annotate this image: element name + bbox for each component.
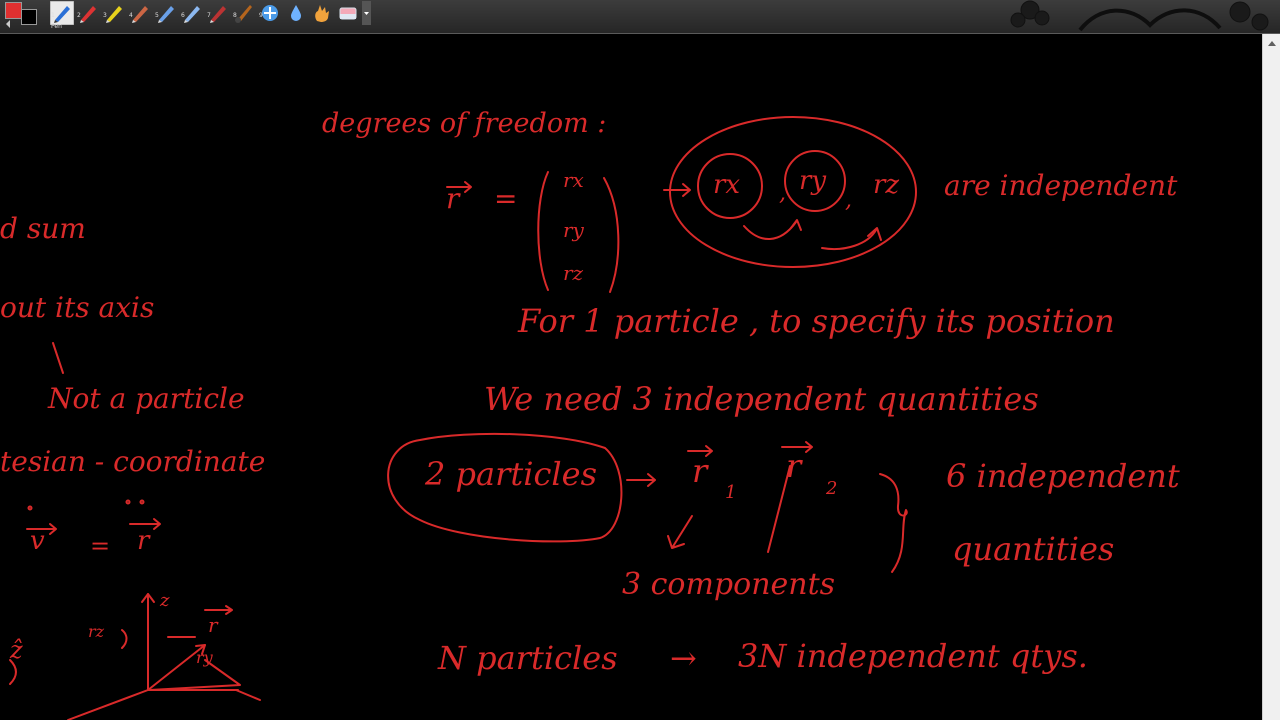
left-note-line1: d sum: [0, 212, 86, 245]
scroll-up-arrow-icon[interactable]: [1267, 39, 1277, 47]
circle-ry: ry: [799, 166, 827, 196]
left-v-vector: v: [30, 526, 45, 556]
circle-rz: rz: [873, 170, 900, 200]
matrix-ry: ry: [563, 218, 584, 242]
line-one-particle: For 1 particle , to specify its position: [518, 302, 1115, 340]
matrix-rz: rz: [563, 261, 584, 285]
left-note-line2: out its axis: [0, 291, 155, 324]
curly-brace: [879, 473, 908, 573]
left-equals: =: [90, 532, 111, 560]
axis-label-z: z: [160, 590, 170, 611]
vertical-scrollbar[interactable]: [1262, 34, 1280, 720]
vector-r-lhs: r: [446, 182, 460, 215]
six-independent: 6 independent: [946, 457, 1180, 495]
equals-sign: =: [494, 182, 518, 215]
n-particles: N particles: [438, 639, 618, 677]
two-particles-label: 2 particles: [425, 455, 597, 493]
axis-label-rvec: r: [208, 613, 218, 637]
three-components: 3 components: [622, 567, 836, 602]
matrix-right-bracket: [603, 177, 620, 293]
left-note-line4: tesian - coordinate: [0, 445, 266, 478]
are-independent: are independent: [944, 169, 1178, 202]
circle-rx: rx: [713, 170, 741, 200]
three-n-quantities: 3N independent qtys.: [738, 637, 1088, 675]
r1-vector: r: [692, 452, 708, 490]
arrow-into-ellipse: [663, 183, 691, 197]
comma: ,: [845, 188, 852, 213]
r2-vector: r: [786, 447, 802, 485]
matrix-left-bracket: [537, 171, 549, 291]
axis-label-ry: ry: [196, 648, 213, 667]
comma: ,: [779, 181, 786, 206]
matrix-rx: rx: [563, 168, 584, 192]
x-axis: [67, 689, 149, 720]
arrow-to-3n: →: [670, 639, 697, 677]
left-note-line3: Not a particle: [48, 382, 245, 415]
heading-degrees-of-freedom: degrees of freedom :: [322, 108, 607, 139]
z-hat-label: ẑ: [10, 636, 23, 664]
ink-strokes: [9, 116, 917, 720]
left-r-vector: r: [137, 526, 150, 556]
r1-subscript: 1: [725, 482, 737, 503]
line-we-need: We need 3 independent quantities: [484, 380, 1039, 418]
quantities-label: quantities: [952, 530, 1115, 568]
r2-subscript: 2: [826, 478, 838, 499]
axis-label-rz: rz: [88, 622, 105, 641]
independence-arc: [743, 221, 797, 240]
